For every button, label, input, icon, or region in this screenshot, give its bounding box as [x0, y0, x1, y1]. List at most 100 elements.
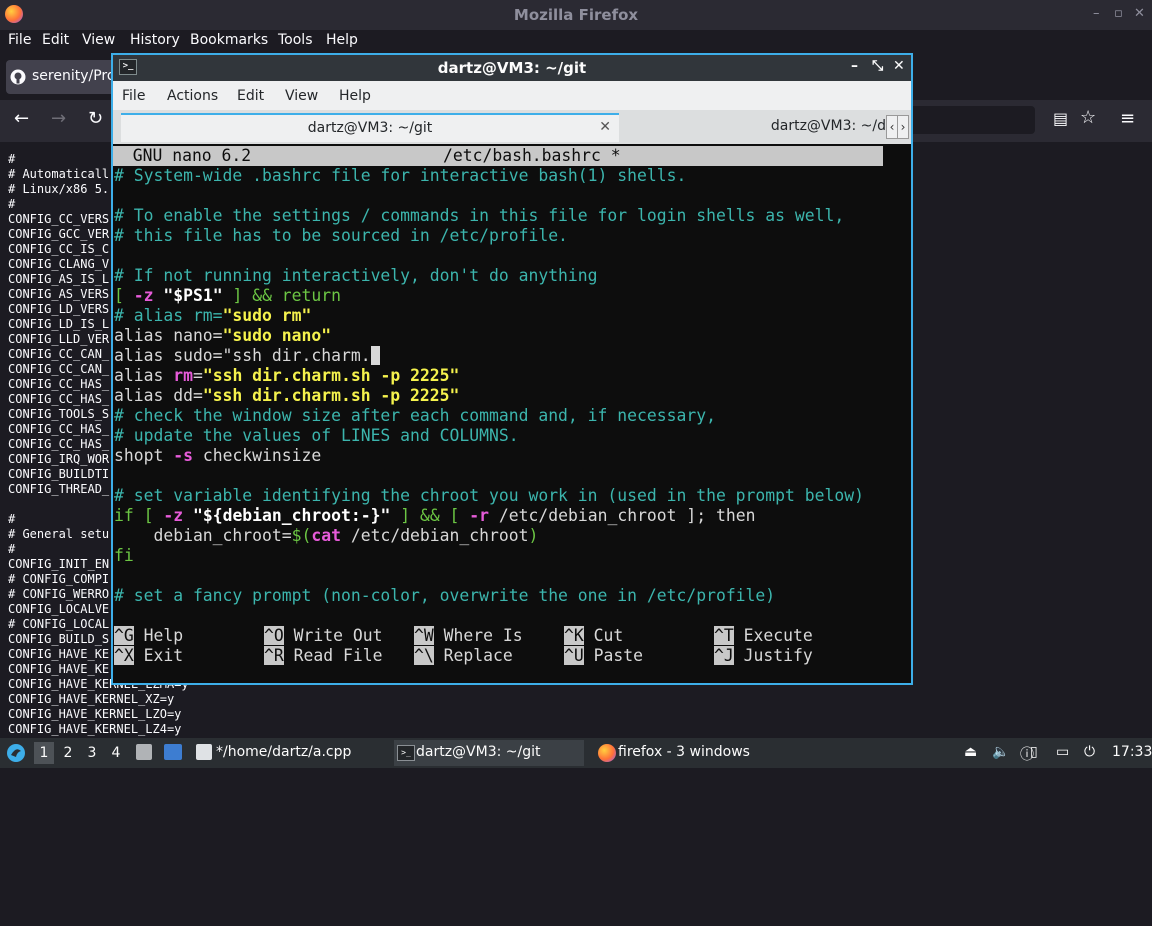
terminal-close-icon[interactable]: ✕ [893, 58, 905, 74]
clock[interactable]: 17:33 [1112, 744, 1152, 760]
code-line: alias dd="ssh dir.charm.sh -p 2225" [114, 386, 460, 405]
firefox-window-title: Mozilla Firefox [513, 6, 639, 24]
config-line: CONFIG_THREAD_ [8, 482, 110, 496]
shortcut-exit: ^X Exit [114, 646, 184, 665]
desktop-3-button[interactable]: 3 [82, 742, 102, 764]
menu-file[interactable]: File [8, 32, 31, 48]
reader-view-icon[interactable]: ▤ [1053, 109, 1068, 128]
back-icon[interactable]: ← [14, 108, 29, 129]
code-line: if [ -z "${debian_chroot:-}" ] && [ -r /… [114, 506, 756, 525]
config-line: # [8, 542, 16, 556]
nano-header: GNU nano 6.2/etc/bash.bashrc * [113, 146, 883, 166]
nano-version: GNU nano 6.2 [113, 146, 252, 165]
terminal-titlebar: >_ dartz@VM3: ~/git – ⤡ ✕ [113, 55, 911, 81]
code-line: # If not running interactively, don't do… [114, 266, 598, 285]
terminal-menu-edit[interactable]: Edit [237, 88, 264, 104]
config-line: # CONFIG_WERRO [8, 587, 110, 601]
terminal-menu-file[interactable]: File [122, 88, 145, 104]
firefox-titlebar: Mozilla Firefox – ▫ ✕ [0, 0, 1152, 30]
config-line: CONFIG_BUILD_S [8, 632, 110, 646]
shortcut-help: ^G Help [114, 626, 184, 645]
clipboard-icon[interactable]: ▯ [1030, 744, 1038, 760]
config-line: # General setu [8, 527, 110, 541]
firefox-icon [598, 744, 616, 762]
code-line: alias nano="sudo nano" [114, 326, 332, 345]
config-line: CONFIG_CC_HAS_ [8, 422, 110, 436]
tab-scroll-right-icon[interactable]: › [897, 115, 909, 139]
config-line: CONFIG_BUILDTI [8, 467, 110, 481]
shortcut-justify: ^J Justify [714, 646, 813, 665]
terminal-icon: >_ [397, 745, 415, 761]
minimize-button[interactable]: – [1093, 6, 1100, 21]
desktop-2-button[interactable]: 2 [58, 742, 78, 764]
menu-edit[interactable]: Edit [42, 32, 69, 48]
text-cursor [370, 346, 381, 365]
show-desktop-icon[interactable] [164, 744, 182, 760]
network-icon[interactable]: ▭ [1056, 744, 1069, 760]
menu-help[interactable]: Help [326, 32, 358, 48]
task-terminal[interactable]: >_ dartz@VM3: ~/git [394, 740, 584, 766]
code-line: # System-wide .bashrc file for interacti… [114, 166, 687, 185]
tab-close-icon[interactable]: ✕ [599, 119, 611, 135]
reload-icon[interactable]: ↻ [88, 108, 103, 129]
config-line: CONFIG_HAVE_KERNEL_XZ=y [8, 692, 175, 706]
firefox-menubar: File Edit View History Bookmarks Tools H… [0, 30, 1152, 52]
terminal-menu-help[interactable]: Help [339, 88, 371, 104]
menu-tools[interactable]: Tools [278, 32, 313, 48]
taskbar: 1 2 3 4 */home/dartz/a.cpp >_ dartz@VM3:… [0, 738, 1152, 768]
shortcut-replace: ^\ Replace [414, 646, 513, 665]
code-line: # update the values of LINES and COLUMNS… [114, 426, 519, 445]
power-icon[interactable]: ⏻ [1084, 744, 1095, 760]
config-line: # [8, 512, 16, 526]
forward-icon[interactable]: → [51, 108, 66, 129]
config-line: # Automaticall [8, 167, 110, 181]
config-line: CONFIG_CC_CAN_ [8, 362, 110, 376]
shortcut-write-out: ^O Write Out [264, 626, 383, 645]
terminal-tab-2[interactable]: dartz@VM3: ~/d [620, 113, 886, 142]
firefox-tab-label: serenity/Pro [32, 68, 116, 84]
menu-history[interactable]: History [130, 32, 180, 48]
config-line: # [8, 197, 16, 211]
code-line: # this file has to be sourced in /etc/pr… [114, 226, 568, 245]
desktop-4-button[interactable]: 4 [106, 742, 126, 764]
maximize-button[interactable]: ▫ [1114, 6, 1123, 21]
config-line: CONFIG_HAVE_KERNEL_LZ4=y [8, 722, 182, 736]
config-line: CONFIG_CC_HAS_ [8, 392, 110, 406]
config-line: CONFIG_LLD_VER [8, 332, 110, 346]
eject-icon[interactable]: ⏏ [964, 744, 977, 760]
config-line: CONFIG_INIT_EN [8, 557, 110, 571]
github-icon [10, 69, 26, 85]
config-line: CONFIG_CC_VERS [8, 212, 110, 226]
terminal-tab-label: dartz@VM3: ~/git [307, 120, 433, 136]
terminal-menu-actions[interactable]: Actions [167, 88, 218, 104]
nano-editor[interactable]: GNU nano 6.2/etc/bash.bashrc * # System-… [113, 146, 911, 683]
file-manager-icon[interactable] [136, 744, 152, 760]
config-line: # CONFIG_LOCAL [8, 617, 110, 631]
config-line: # CONFIG_COMPI [8, 572, 110, 586]
task-label: */home/dartz/a.cpp [216, 744, 352, 760]
bookmark-star-icon[interactable]: ☆ [1080, 107, 1096, 128]
menu-bookmarks[interactable]: Bookmarks [190, 32, 268, 48]
config-line: CONFIG_CC_HAS_ [8, 437, 110, 451]
code-line: # set a fancy prompt (non-color, overwri… [114, 586, 776, 605]
app-launcher-icon[interactable] [6, 743, 26, 763]
terminal-minimize-icon[interactable]: – [851, 58, 858, 74]
shortcut-where-is: ^W Where Is [414, 626, 523, 645]
code-line: # check the window size after each comma… [114, 406, 716, 425]
config-line: CONFIG_LD_IS_L [8, 317, 110, 331]
terminal-tab-active[interactable]: dartz@VM3: ~/git ✕ [121, 113, 619, 142]
shortcut-paste: ^U Paste [564, 646, 643, 665]
terminal-restore-icon[interactable]: ⤡ [872, 58, 883, 74]
menu-view[interactable]: View [82, 32, 115, 48]
hamburger-menu-icon[interactable]: ≡ [1120, 108, 1135, 129]
code-line: # To enable the settings / commands in t… [114, 206, 845, 225]
desktop-1-button[interactable]: 1 [34, 742, 54, 764]
text-editor-icon [196, 744, 212, 760]
firefox-tab[interactable]: serenity/Pro [6, 60, 116, 94]
task-firefox[interactable]: firefox - 3 windows [596, 740, 786, 766]
nano-filename: /etc/bash.bashrc * [443, 146, 621, 165]
volume-icon[interactable]: 🔈 [992, 744, 1009, 760]
close-button[interactable]: ✕ [1134, 6, 1145, 21]
terminal-menu-view[interactable]: View [285, 88, 318, 104]
task-text-editor[interactable]: */home/dartz/a.cpp [194, 740, 384, 766]
